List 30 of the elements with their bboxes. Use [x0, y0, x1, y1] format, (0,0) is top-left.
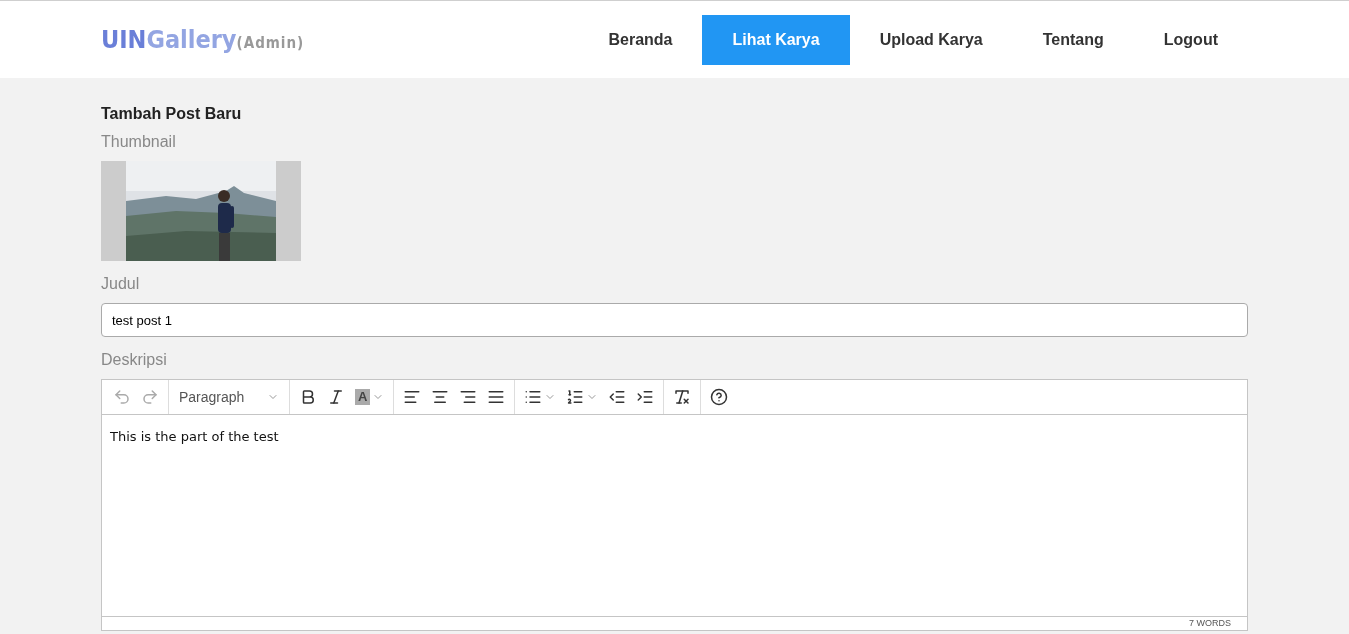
clear-format-icon [673, 388, 692, 406]
logo-text: Gallery [146, 25, 237, 54]
word-count: 7 WORDS [1189, 617, 1231, 630]
align-justify-icon [487, 388, 506, 406]
field-label: Thumbnail [101, 133, 177, 151]
align-left-icon [403, 388, 422, 406]
form-title: Tambah Post Baru [101, 105, 243, 123]
indent-icon [636, 388, 655, 406]
nav-link[interactable]: Beranda [578, 14, 703, 65]
title-input[interactable]: test post 1 [101, 303, 1248, 337]
align-right-icon [459, 388, 478, 406]
nav-link[interactable]: Logout [1133, 14, 1248, 65]
undo-icon [113, 388, 131, 406]
format-dropdown[interactable]: Paragraph [173, 389, 285, 405]
redo-icon [141, 388, 159, 406]
align-center-icon [431, 388, 450, 406]
nav-link[interactable]: Tentang [1012, 14, 1134, 65]
logo-text: (Admin) [236, 34, 305, 52]
field-label: Judul [101, 275, 141, 293]
field-label: Deskripsi [101, 351, 168, 369]
logo-text: UIN [101, 25, 147, 54]
italic-icon [327, 388, 345, 406]
help-icon [710, 388, 729, 406]
bullet-list-icon [524, 388, 543, 406]
text-color-icon: A [355, 389, 371, 405]
nav-link[interactable]: Upload Karya [849, 14, 1013, 65]
numbered-list-icon [566, 388, 585, 406]
outdent-icon [608, 388, 627, 406]
text-color-button[interactable]: A [350, 383, 390, 411]
editor-content[interactable]: This is the part of the test [102, 415, 1247, 616]
